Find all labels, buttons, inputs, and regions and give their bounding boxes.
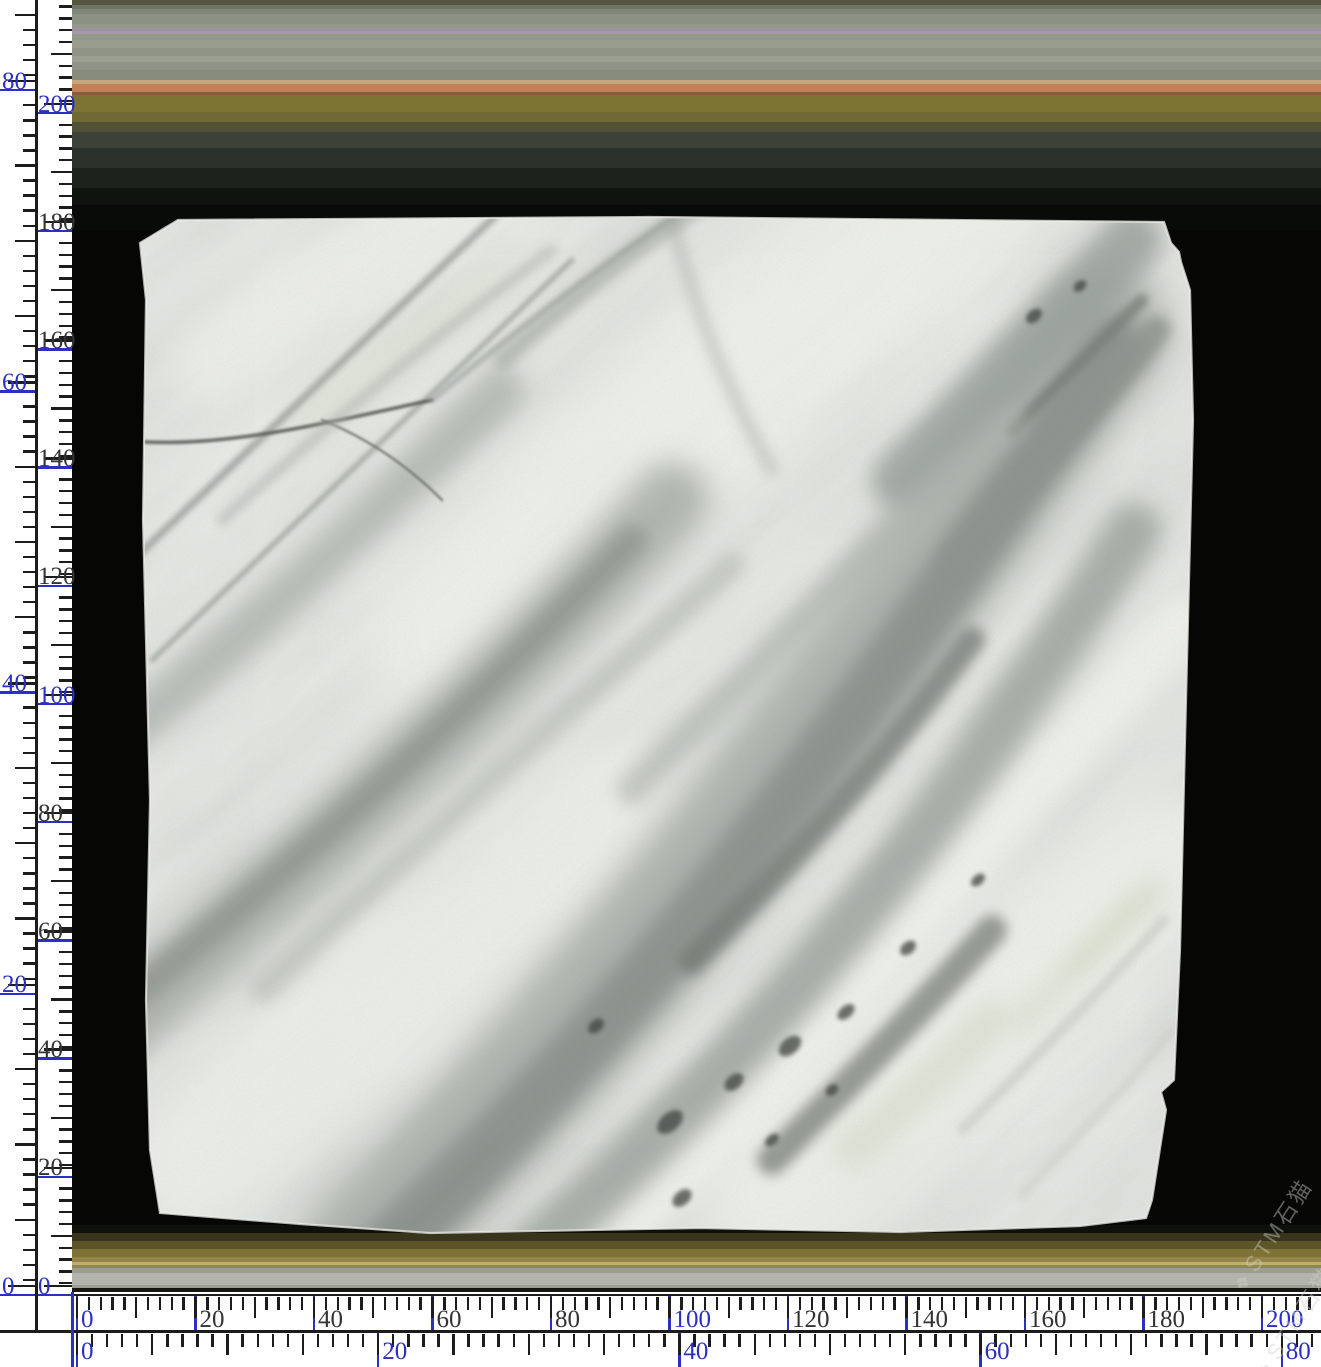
ruler-number: 120 bbox=[38, 563, 76, 590]
ruler-number: 60 bbox=[38, 918, 63, 945]
ruler-number: 80 bbox=[555, 1306, 580, 1333]
ruler-number: 40 bbox=[683, 1338, 708, 1365]
ruler-number: 120 bbox=[792, 1306, 830, 1333]
ruler-number: 0 bbox=[81, 1338, 94, 1365]
ruler-number: 140 bbox=[38, 445, 76, 472]
ruler-number: 0 bbox=[2, 1273, 15, 1300]
ruler-number: 20 bbox=[382, 1338, 407, 1365]
ruler-number: 40 bbox=[38, 1036, 63, 1063]
ruler-number: 100 bbox=[38, 682, 76, 709]
ruler-number: 60 bbox=[437, 1306, 462, 1333]
ruler-number: 80 bbox=[2, 68, 27, 95]
ruler-number: 200 bbox=[38, 91, 76, 118]
ruler-number: 180 bbox=[38, 209, 76, 236]
ruler-number: 0 bbox=[38, 1273, 51, 1300]
ruler-number: 60 bbox=[2, 369, 27, 396]
ruler-number: 80 bbox=[1286, 1338, 1311, 1365]
ruler-number: 40 bbox=[2, 670, 27, 697]
ruler-number: 80 bbox=[38, 800, 63, 827]
ruler-numbers: 0204060800204060801001201401601802000204… bbox=[0, 0, 1321, 1367]
ruler-number: 200 bbox=[1266, 1306, 1304, 1333]
ruler-number: 20 bbox=[2, 971, 27, 998]
ruler-number: 0 bbox=[81, 1306, 94, 1333]
ruler-number: 20 bbox=[200, 1306, 225, 1333]
ruler-number: 160 bbox=[1029, 1306, 1067, 1333]
ruler-number: 160 bbox=[38, 327, 76, 354]
ruler-number: 60 bbox=[985, 1338, 1010, 1365]
ruler-number: 20 bbox=[38, 1154, 63, 1181]
ruler-number: 100 bbox=[674, 1306, 712, 1333]
ruler-number: 180 bbox=[1148, 1306, 1186, 1333]
ruler-number: 40 bbox=[318, 1306, 343, 1333]
ruler-number: 140 bbox=[911, 1306, 949, 1333]
slab-scan-viewer: 0204060800204060801001201401601802000204… bbox=[0, 0, 1321, 1367]
